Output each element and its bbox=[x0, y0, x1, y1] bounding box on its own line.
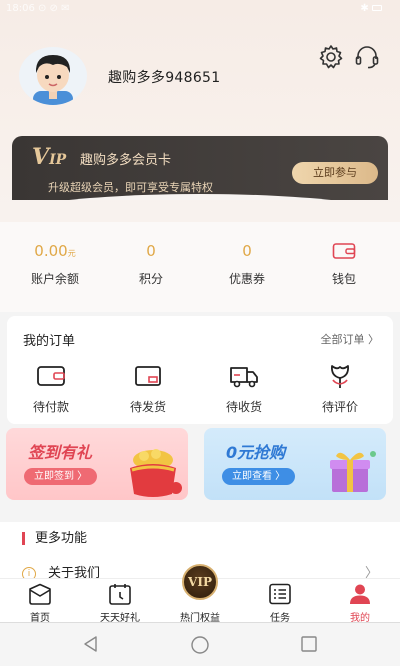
bluetooth-icon: ✱ bbox=[360, 3, 369, 14]
more-features-title: 更多功能 bbox=[22, 532, 87, 545]
recent-apps-icon[interactable] bbox=[300, 635, 318, 653]
asset-wallet[interactable]: 钱包 bbox=[304, 242, 384, 287]
asset-balance[interactable]: 0.00元 账户余额 bbox=[15, 242, 95, 287]
status-bar: 18:06 ⊙ ⊘ ✉ ✱ bbox=[0, 0, 400, 18]
calendar-clock-icon bbox=[109, 584, 131, 605]
coupons-value: 0 bbox=[242, 242, 252, 260]
order-pending-receipt[interactable]: 待收货 bbox=[208, 362, 280, 415]
points-value: 0 bbox=[146, 242, 156, 260]
user-icon bbox=[350, 584, 370, 604]
join-vip-button[interactable]: 立即参与 bbox=[292, 162, 378, 184]
status-left: 18:06 ⊙ ⊘ ✉ bbox=[6, 3, 70, 14]
order-pending-shipment[interactable]: 待发货 bbox=[112, 362, 184, 415]
asset-points[interactable]: 0 积分 bbox=[111, 242, 191, 287]
gift-bag-icon bbox=[130, 449, 182, 497]
order-pending-payment[interactable]: 待付款 bbox=[15, 362, 87, 415]
vip-logo: VIP bbox=[32, 144, 67, 170]
checkin-banner[interactable]: 签到有礼 立即签到 〉 bbox=[6, 428, 188, 500]
back-icon[interactable] bbox=[82, 635, 100, 653]
flash-sale-banner-title: 0元抢购 bbox=[226, 443, 286, 462]
vip-card-title: 趣购多多会员卡 bbox=[80, 153, 172, 168]
home-circle-icon[interactable] bbox=[190, 635, 210, 655]
order-pending-review[interactable]: 待评价 bbox=[304, 362, 376, 415]
order-label: 待收货 bbox=[225, 400, 262, 414]
box-icon bbox=[135, 366, 161, 386]
balance-label: 账户余额 bbox=[30, 272, 79, 286]
system-navigation-bar bbox=[0, 622, 400, 666]
wallet-icon bbox=[304, 242, 384, 264]
customer-service-icon[interactable] bbox=[354, 44, 380, 70]
asset-coupons[interactable]: 0 优惠券 bbox=[207, 242, 287, 287]
checkin-banner-title: 签到有礼 bbox=[28, 443, 93, 462]
balance-value: 0.00元 bbox=[34, 242, 76, 260]
order-label: 待评价 bbox=[321, 400, 358, 414]
orders-title: 我的订单 bbox=[23, 334, 76, 349]
order-label: 待付款 bbox=[32, 400, 69, 414]
tab-tasks[interactable]: 任务 bbox=[240, 583, 320, 624]
wallet-label: 钱包 bbox=[331, 272, 356, 286]
vip-card[interactable]: VIP 趣购多多会员卡 升级超级会员，即可享受专属特权 立即参与 bbox=[12, 136, 388, 200]
coupons-label: 优惠券 bbox=[228, 272, 265, 286]
tab-daily-gifts[interactable]: 天天好礼 bbox=[80, 583, 160, 624]
view-now-button[interactable]: 立即查看 〉 bbox=[222, 468, 296, 485]
tab-home[interactable]: 首页 bbox=[0, 583, 80, 624]
tab-mine[interactable]: 我的 bbox=[320, 583, 400, 624]
flower-icon bbox=[331, 365, 349, 388]
settings-icon[interactable] bbox=[318, 44, 344, 70]
home-icon bbox=[29, 583, 51, 605]
avatar-boy-icon bbox=[33, 55, 73, 105]
flash-sale-banner[interactable]: 0元抢购 立即查看 〉 bbox=[204, 428, 386, 500]
task-list-icon bbox=[269, 583, 291, 605]
truck-icon bbox=[230, 367, 258, 388]
vip-badge-icon[interactable]: VIP bbox=[182, 564, 218, 600]
orders-panel: 我的订单 全部订单 〉 待付款 待发货 待收货 待评价 bbox=[7, 316, 393, 424]
vip-card-subtitle: 升级超级会员，即可享受专属特权 bbox=[48, 181, 213, 194]
battery-icon bbox=[372, 5, 382, 11]
points-label: 积分 bbox=[138, 272, 163, 286]
wallet-icon bbox=[37, 366, 65, 386]
all-orders-link[interactable]: 全部订单 〉 bbox=[321, 331, 380, 347]
status-right: ✱ bbox=[360, 3, 382, 14]
username: 趣购多多948651 bbox=[108, 70, 221, 86]
checkin-button[interactable]: 立即签到 〉 bbox=[24, 468, 98, 485]
order-label: 待发货 bbox=[129, 400, 166, 414]
gift-box-icon bbox=[330, 451, 376, 492]
assets-panel: 0.00元 账户余额 0 积分 0 优惠券 钱包 bbox=[0, 222, 400, 312]
avatar[interactable] bbox=[19, 47, 87, 105]
